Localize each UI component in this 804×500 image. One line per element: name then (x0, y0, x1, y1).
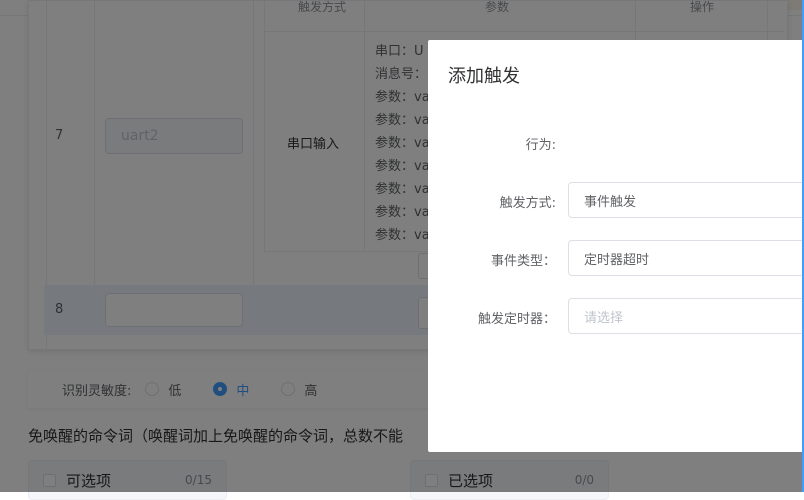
add-trigger-dialog: 添加触发 行为: 触发方式: 事件触发 事件类型： 定时器超时 触发定时器： 请… (428, 40, 804, 452)
dialog-title: 添加触发 (448, 66, 520, 87)
event-type-select[interactable]: 定时器超时 (568, 240, 804, 276)
event-type-label: 事件类型： (490, 254, 556, 269)
trigger-mode-label: 触发方式: (499, 196, 556, 211)
trigger-timer-label: 触发定时器： (477, 312, 556, 327)
trigger-mode-select[interactable]: 事件触发 (568, 182, 804, 218)
trigger-timer-select[interactable]: 请选择 (568, 298, 804, 334)
behavior-label: 行为: (525, 138, 556, 153)
